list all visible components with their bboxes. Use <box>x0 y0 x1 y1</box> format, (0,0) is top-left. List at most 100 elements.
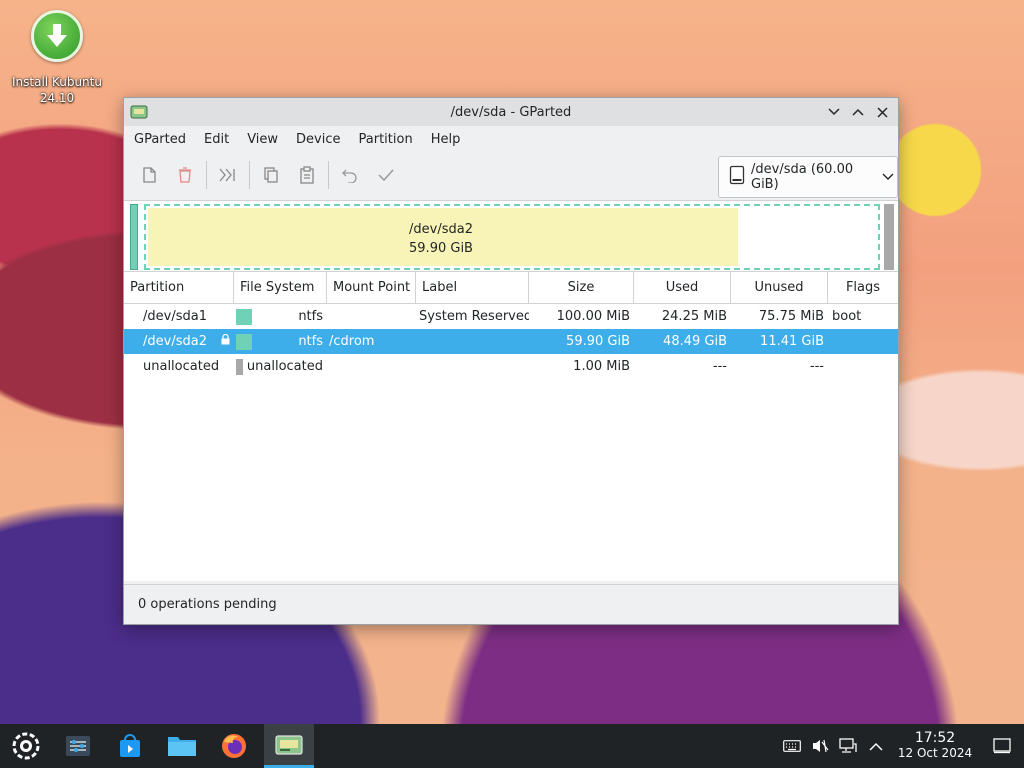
fs-name: unallocated <box>246 359 323 374</box>
gparted-task-button[interactable] <box>264 724 314 768</box>
column-header-file-system[interactable]: File System <box>234 272 327 303</box>
partition-map-sda2-label: /dev/sda2 59.90 GiB <box>146 220 736 258</box>
cell-partition: /dev/sda2 <box>124 329 234 354</box>
keyboard-icon[interactable] <box>778 724 806 768</box>
partition-name: unallocated <box>143 359 220 374</box>
device-selector[interactable]: /dev/sda (60.00 GiB) <box>718 156 898 198</box>
cell-file-system: ntfs <box>234 329 327 354</box>
fs-name: ntfs <box>298 309 323 324</box>
undo-button[interactable] <box>335 160 365 190</box>
file-manager-button[interactable] <box>160 724 204 768</box>
table-row[interactable]: /dev/sda2 ntfs /cdrom 59.90 GiB 48.49 Gi… <box>124 329 898 354</box>
cell-size: 100.00 MiB <box>556 309 630 324</box>
cell-unused: 11.41 GiB <box>760 334 824 349</box>
show-desktop-button[interactable] <box>980 724 1024 768</box>
menu-device[interactable]: Device <box>290 132 346 147</box>
minimize-button[interactable] <box>824 102 844 122</box>
folder-icon <box>168 737 196 756</box>
cell-size: 1.00 MiB <box>573 359 630 374</box>
menu-help[interactable]: Help <box>425 132 467 147</box>
copy-icon <box>264 167 278 183</box>
menu-bar: GParted Edit View Device Partition Help <box>124 126 898 152</box>
clock-time: 17:52 <box>914 730 956 746</box>
status-bar: 0 operations pending <box>124 584 898 624</box>
partition-map-sda1[interactable] <box>130 204 138 270</box>
toolbar-separator <box>206 161 207 189</box>
delete-partition-button[interactable] <box>170 160 200 190</box>
menu-partition[interactable]: Partition <box>353 132 419 147</box>
paste-button[interactable] <box>292 160 322 190</box>
column-header-unused[interactable]: Unused <box>731 272 828 303</box>
apply-button[interactable] <box>371 160 401 190</box>
maximize-button[interactable] <box>848 102 868 122</box>
new-partition-button[interactable] <box>134 160 164 190</box>
application-launcher-button[interactable] <box>4 724 48 768</box>
column-header-size[interactable]: Size <box>529 272 634 303</box>
network-icon[interactable] <box>834 724 862 768</box>
partition-name: /dev/sda1 <box>143 309 207 324</box>
gparted-icon <box>275 734 303 755</box>
install-kubuntu-desktop-icon[interactable]: Install Kubuntu 24.10 <box>8 10 106 106</box>
column-header-mount-point[interactable]: Mount Point <box>327 272 416 303</box>
desktop-icon-label: Install Kubuntu 24.10 <box>8 74 106 106</box>
system-tray: 17:52 12 Oct 2024 <box>778 724 1024 768</box>
cell-mount-point: /cdrom <box>329 334 375 349</box>
cell-flags <box>828 354 898 379</box>
chevron-up-icon[interactable] <box>862 724 890 768</box>
toolbar: /dev/sda (60.00 GiB) <box>124 152 898 198</box>
firefox-icon <box>222 734 246 758</box>
cell-label <box>416 354 529 379</box>
cell-mount-point <box>327 304 416 329</box>
lock-icon <box>221 333 230 349</box>
device-selector-value: /dev/sda (60.00 GiB) <box>751 162 854 192</box>
trash-icon <box>179 167 191 183</box>
desktop-icon-label-line2: 24.10 <box>39 91 75 105</box>
desktop-icon <box>993 738 1011 754</box>
discover-store-button[interactable] <box>108 724 152 768</box>
cell-flags: boot <box>832 309 862 324</box>
cell-partition: unallocated <box>124 354 234 379</box>
column-header-flags[interactable]: Flags <box>828 272 898 303</box>
menu-edit[interactable]: Edit <box>198 132 235 147</box>
gparted-app-icon[interactable] <box>130 104 148 124</box>
download-icon <box>31 10 83 62</box>
menu-view[interactable]: View <box>241 132 284 147</box>
resize-move-button[interactable] <box>213 160 243 190</box>
new-document-icon <box>143 167 156 183</box>
chevron-down-icon <box>879 173 897 181</box>
cell-partition: /dev/sda1 <box>124 304 234 329</box>
menu-gparted[interactable]: GParted <box>128 132 192 147</box>
table-row[interactable]: /dev/sda1 ntfs System Reserved 100.00 Mi… <box>124 304 898 329</box>
partition-map-sda2[interactable]: /dev/sda2 59.90 GiB <box>144 204 880 270</box>
title-bar[interactable]: /dev/sda - GParted <box>124 98 898 126</box>
table-row[interactable]: unallocated unallocated 1.00 MiB --- --- <box>124 354 898 379</box>
chevron-down-icon <box>828 108 840 116</box>
cell-label <box>416 329 529 354</box>
fs-name: ntfs <box>298 334 323 349</box>
close-icon <box>876 106 888 118</box>
partition-map-unallocated[interactable] <box>884 204 894 270</box>
system-settings-button[interactable] <box>56 724 100 768</box>
cell-file-system: ntfs <box>234 304 327 329</box>
cell-label: System Reserved <box>419 309 529 324</box>
column-header-used[interactable]: Used <box>634 272 731 303</box>
fs-color-swatch <box>236 358 243 375</box>
partition-map-size: 59.90 GiB <box>409 241 473 256</box>
resize-icon <box>219 168 235 182</box>
toolbar-separator <box>249 161 250 189</box>
copy-button[interactable] <box>256 160 286 190</box>
cell-used: 48.49 GiB <box>663 334 727 349</box>
undo-icon <box>342 169 357 183</box>
volume-muted-icon[interactable] <box>806 724 834 768</box>
firefox-button[interactable] <box>212 724 256 768</box>
column-header-label[interactable]: Label <box>416 272 529 303</box>
close-button[interactable] <box>872 102 892 122</box>
cell-unused: 75.75 MiB <box>758 309 824 324</box>
column-header-partition[interactable]: Partition <box>124 272 234 303</box>
paste-icon <box>300 166 314 184</box>
kubuntu-logo-icon <box>12 732 40 760</box>
clock[interactable]: 17:52 12 Oct 2024 <box>890 731 980 761</box>
window-title: /dev/sda - GParted <box>450 104 572 120</box>
chevron-up-icon <box>852 108 864 116</box>
fs-color-swatch <box>236 333 252 350</box>
